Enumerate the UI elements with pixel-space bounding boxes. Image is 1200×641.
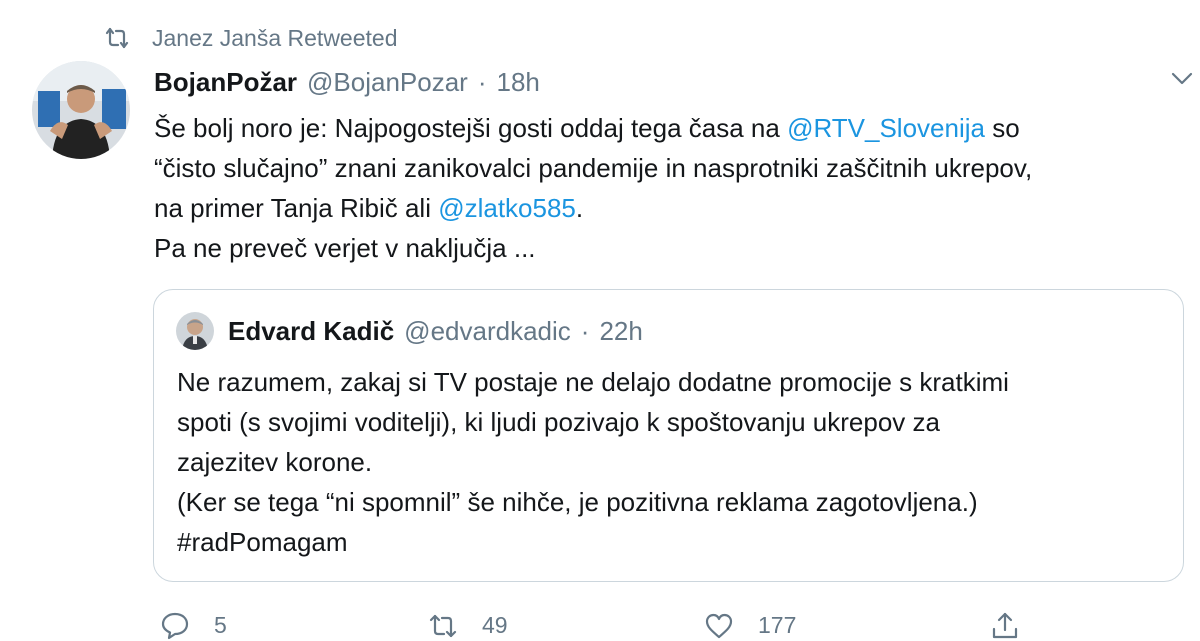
tweet-body: Še bolj noro je: Najpogostejši gosti odd… [154, 108, 1194, 268]
like-count: 177 [758, 612, 797, 638]
share-button[interactable] [990, 610, 1044, 641]
body-text: Še bolj noro je: Najpogostejši gosti odd… [154, 113, 788, 143]
author-handle[interactable]: @BojanPozar [307, 67, 468, 98]
quoted-tweet[interactable]: Edvard Kadič @edvardkadic · 22h Ne razum… [153, 289, 1184, 582]
tweet-body-line: Pa ne preveč verjet v naključja ... [154, 233, 536, 263]
quoted-body-line: Ne razumem, zakaj si TV postaje ne delaj… [177, 367, 1009, 397]
like-button[interactable]: 177 [704, 610, 796, 641]
tweet-actions: 5 49 177 [0, 610, 1200, 641]
quoted-author-handle[interactable]: @edvardkadic [404, 316, 571, 347]
tweet-card[interactable]: Janez Janša Retweeted BojanPožar @BojanP… [0, 0, 1200, 641]
retweet-icon [428, 611, 458, 641]
tweet-body-line: Še bolj noro je: Najpogostejši gosti odd… [154, 108, 1194, 148]
tweet-timestamp[interactable]: 18h [497, 67, 540, 98]
heart-icon [704, 611, 734, 641]
mention-link[interactable]: @RTV_Slovenija [787, 113, 985, 143]
retweet-count: 49 [482, 612, 508, 638]
separator-dot: · [580, 315, 590, 346]
retweet-button[interactable]: 49 [428, 610, 508, 641]
quoted-body-line: spoti (s svojimi voditelji), ki ljudi po… [177, 407, 940, 437]
retweet-context: Janez Janša Retweeted [104, 24, 398, 52]
reply-count: 5 [214, 612, 227, 638]
reply-icon [160, 611, 190, 641]
quoted-avatar[interactable] [176, 312, 214, 350]
quoted-header: Edvard Kadič @edvardkadic · 22h [228, 313, 643, 349]
chevron-down-icon[interactable] [1168, 64, 1196, 92]
hashtag[interactable]: #radPomagam [177, 522, 1167, 562]
reply-button[interactable]: 5 [160, 610, 227, 641]
separator-dot: · [477, 66, 487, 97]
mention-link[interactable]: @zlatko585 [438, 193, 576, 223]
retweet-icon [104, 25, 130, 51]
tweet-body-line: “čisto slučajno” znani zanikovalci pande… [154, 153, 1033, 183]
author-name[interactable]: BojanPožar [154, 67, 297, 98]
body-text: na primer Tanja Ribič ali [154, 193, 439, 223]
body-text: . [575, 193, 584, 223]
avatar[interactable] [32, 61, 130, 159]
quoted-body-line: (Ker se tega “ni spomnil” še nihče, je p… [177, 487, 978, 517]
quoted-body: Ne razumem, zakaj si TV postaje ne delaj… [177, 362, 1167, 562]
quoted-body-line: zajezitev korone. [177, 447, 373, 477]
retweet-context-label[interactable]: Janez Janša Retweeted [152, 25, 398, 52]
quoted-timestamp[interactable]: 22h [599, 316, 642, 347]
quoted-author-name[interactable]: Edvard Kadič [228, 316, 394, 347]
body-text: so [984, 113, 1020, 143]
tweet-header: BojanPožar @BojanPozar · 18h [154, 64, 540, 100]
share-icon [990, 611, 1020, 641]
tweet-body-line: na primer Tanja Ribič ali @zlatko585. [154, 188, 1194, 228]
